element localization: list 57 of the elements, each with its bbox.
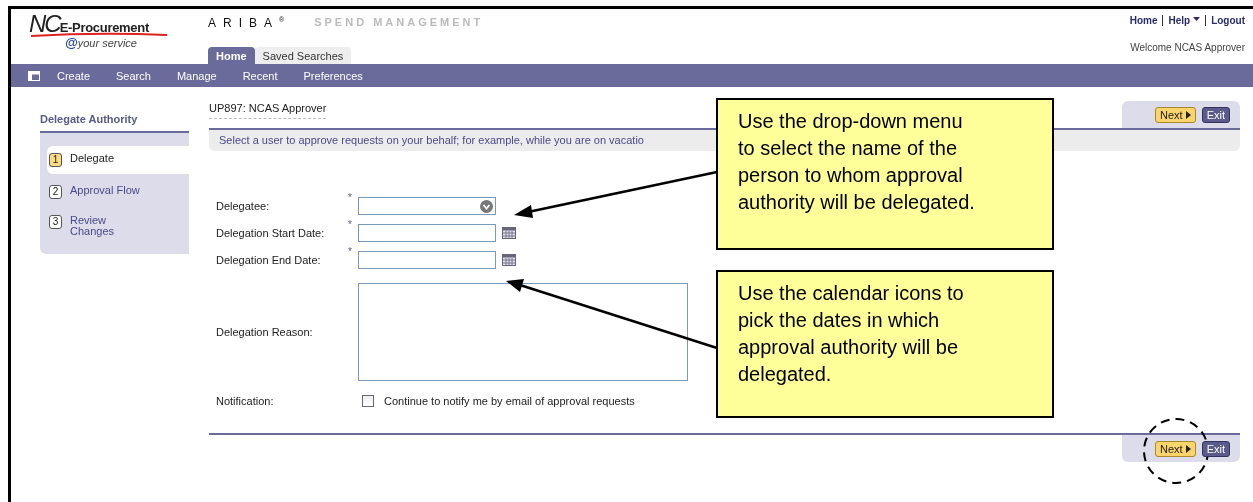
checkbox-label: Continue to notify me by email of approval requests bbox=[384, 395, 635, 407]
date-field[interactable] bbox=[358, 224, 496, 242]
step-item[interactable]: 2 Approval Flow bbox=[47, 180, 189, 204]
required-marker: * bbox=[348, 219, 352, 230]
panel-icon[interactable] bbox=[28, 70, 40, 81]
swoosh-icon bbox=[29, 32, 169, 38]
step-number: 2 bbox=[49, 185, 62, 199]
step-label: Review Changes bbox=[70, 215, 116, 237]
reason-textarea[interactable] bbox=[358, 283, 688, 381]
nav-item[interactable]: Recent bbox=[242, 69, 278, 82]
triangle-icon bbox=[1185, 111, 1191, 119]
instruction-text: Select a user to approve requests on your behalf; for example, while you are on vacatio bbox=[219, 134, 644, 146]
field-label: Delegatee: bbox=[216, 200, 271, 212]
field-label: Notification: bbox=[216, 395, 275, 407]
top-link[interactable]: Help bbox=[1168, 15, 1201, 26]
step-item[interactable]: 3 Review Changes bbox=[47, 210, 189, 242]
nav-item[interactable]: Search bbox=[116, 69, 151, 82]
triangle-icon bbox=[1185, 445, 1191, 453]
exit-button[interactable]: Exit bbox=[1201, 107, 1230, 123]
dropdown-icon bbox=[480, 199, 493, 213]
next-button[interactable]: Next bbox=[1155, 107, 1196, 123]
calendar-icon[interactable] bbox=[502, 227, 516, 239]
delegatee-dropdown[interactable] bbox=[358, 197, 496, 215]
top-link[interactable]: Home bbox=[1129, 15, 1158, 26]
field-label: Delegation End Date: bbox=[216, 254, 322, 266]
step-label: Approval Flow bbox=[70, 185, 141, 196]
welcome-text: Welcome NCAS Approver bbox=[1130, 42, 1245, 53]
page-heading: UP897: NCAS Approver bbox=[209, 102, 327, 119]
date-field[interactable] bbox=[358, 251, 496, 269]
field-label: Delegation Reason: bbox=[216, 326, 314, 338]
field-label: Delegation Start Date: bbox=[216, 227, 326, 239]
top-link[interactable]: Logout bbox=[1211, 15, 1245, 26]
required-marker: * bbox=[348, 246, 352, 257]
exit-button[interactable]: Exit bbox=[1201, 441, 1230, 457]
checkbox[interactable] bbox=[362, 395, 374, 407]
logo-at-sign: @ bbox=[65, 35, 78, 50]
callout-note: Use the drop-down menu to select the name of the person to whom approval authority will be delegated. bbox=[716, 98, 1054, 250]
product-name: SPEND MANAGEMENT bbox=[314, 16, 484, 30]
logo-name: E-Procurement bbox=[59, 20, 149, 35]
tab[interactable]: Saved Searches bbox=[254, 47, 352, 64]
brand-name: ARIBA$^{®}$ bbox=[208, 16, 285, 30]
nav-item[interactable]: Manage bbox=[176, 69, 217, 82]
nav-item[interactable]: Create bbox=[57, 69, 91, 82]
step-number: 1 bbox=[49, 153, 62, 167]
step-item[interactable]: 1 Delegate bbox=[47, 146, 189, 174]
next-button[interactable]: Next bbox=[1155, 441, 1196, 457]
step-label: Delegate bbox=[70, 153, 116, 164]
required-marker: * bbox=[348, 192, 352, 203]
callout-note: Use the calendar icons to pick the dates in which approval authority will be delegated. bbox=[716, 270, 1054, 418]
sidebar-title: Delegate Authority bbox=[40, 113, 139, 127]
tab[interactable]: Home bbox=[208, 47, 255, 64]
caret-icon bbox=[1193, 17, 1201, 22]
calendar-icon[interactable] bbox=[502, 254, 516, 266]
nav-item[interactable]: Preferences bbox=[303, 69, 363, 82]
logo-initials: NC bbox=[29, 13, 60, 35]
logo-tagline: your service bbox=[77, 37, 137, 49]
step-number: 3 bbox=[49, 215, 62, 229]
